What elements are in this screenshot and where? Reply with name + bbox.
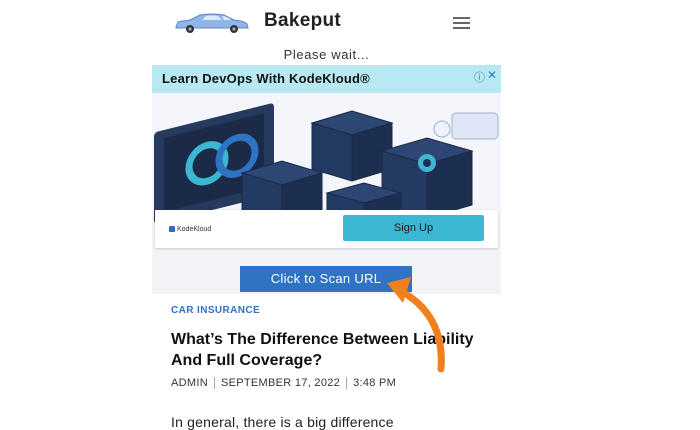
article-meta: ADMIN SEPTEMBER 17, 2022 3:48 PM bbox=[171, 377, 397, 390]
close-icon[interactable]: ✕ bbox=[487, 68, 497, 82]
ad-cta-card[interactable]: KodeKloud Sign Up bbox=[155, 210, 498, 248]
author-link[interactable]: ADMIN bbox=[171, 377, 208, 389]
info-icon[interactable]: ⓘ bbox=[474, 69, 485, 85]
article-category[interactable]: CAR INSURANCE bbox=[171, 305, 260, 316]
car-icon[interactable] bbox=[172, 12, 250, 34]
ad-banner[interactable]: Learn DevOps With KodeKloud® ⓘ ✕ bbox=[152, 65, 501, 93]
advertiser-logo: KodeKloud bbox=[169, 226, 211, 233]
article-time: 3:48 PM bbox=[353, 377, 397, 389]
site-brand[interactable]: Bakeput bbox=[264, 10, 341, 32]
article-date: SEPTEMBER 17, 2022 bbox=[220, 377, 341, 389]
annotation-arrow-icon bbox=[387, 277, 445, 373]
ad-title[interactable]: Learn DevOps With KodeKloud® bbox=[162, 71, 370, 86]
signup-button[interactable]: Sign Up bbox=[343, 215, 484, 241]
hamburger-menu-icon[interactable] bbox=[453, 17, 470, 29]
meta-divider bbox=[346, 377, 348, 390]
site-header: Bakeput bbox=[152, 0, 501, 46]
meta-divider bbox=[213, 377, 215, 390]
article-body: In general, there is a big difference bbox=[171, 414, 394, 430]
ad-loading-text: Please wait... bbox=[283, 47, 370, 62]
ad-image[interactable]: KodeKloud Sign Up bbox=[152, 93, 501, 251]
